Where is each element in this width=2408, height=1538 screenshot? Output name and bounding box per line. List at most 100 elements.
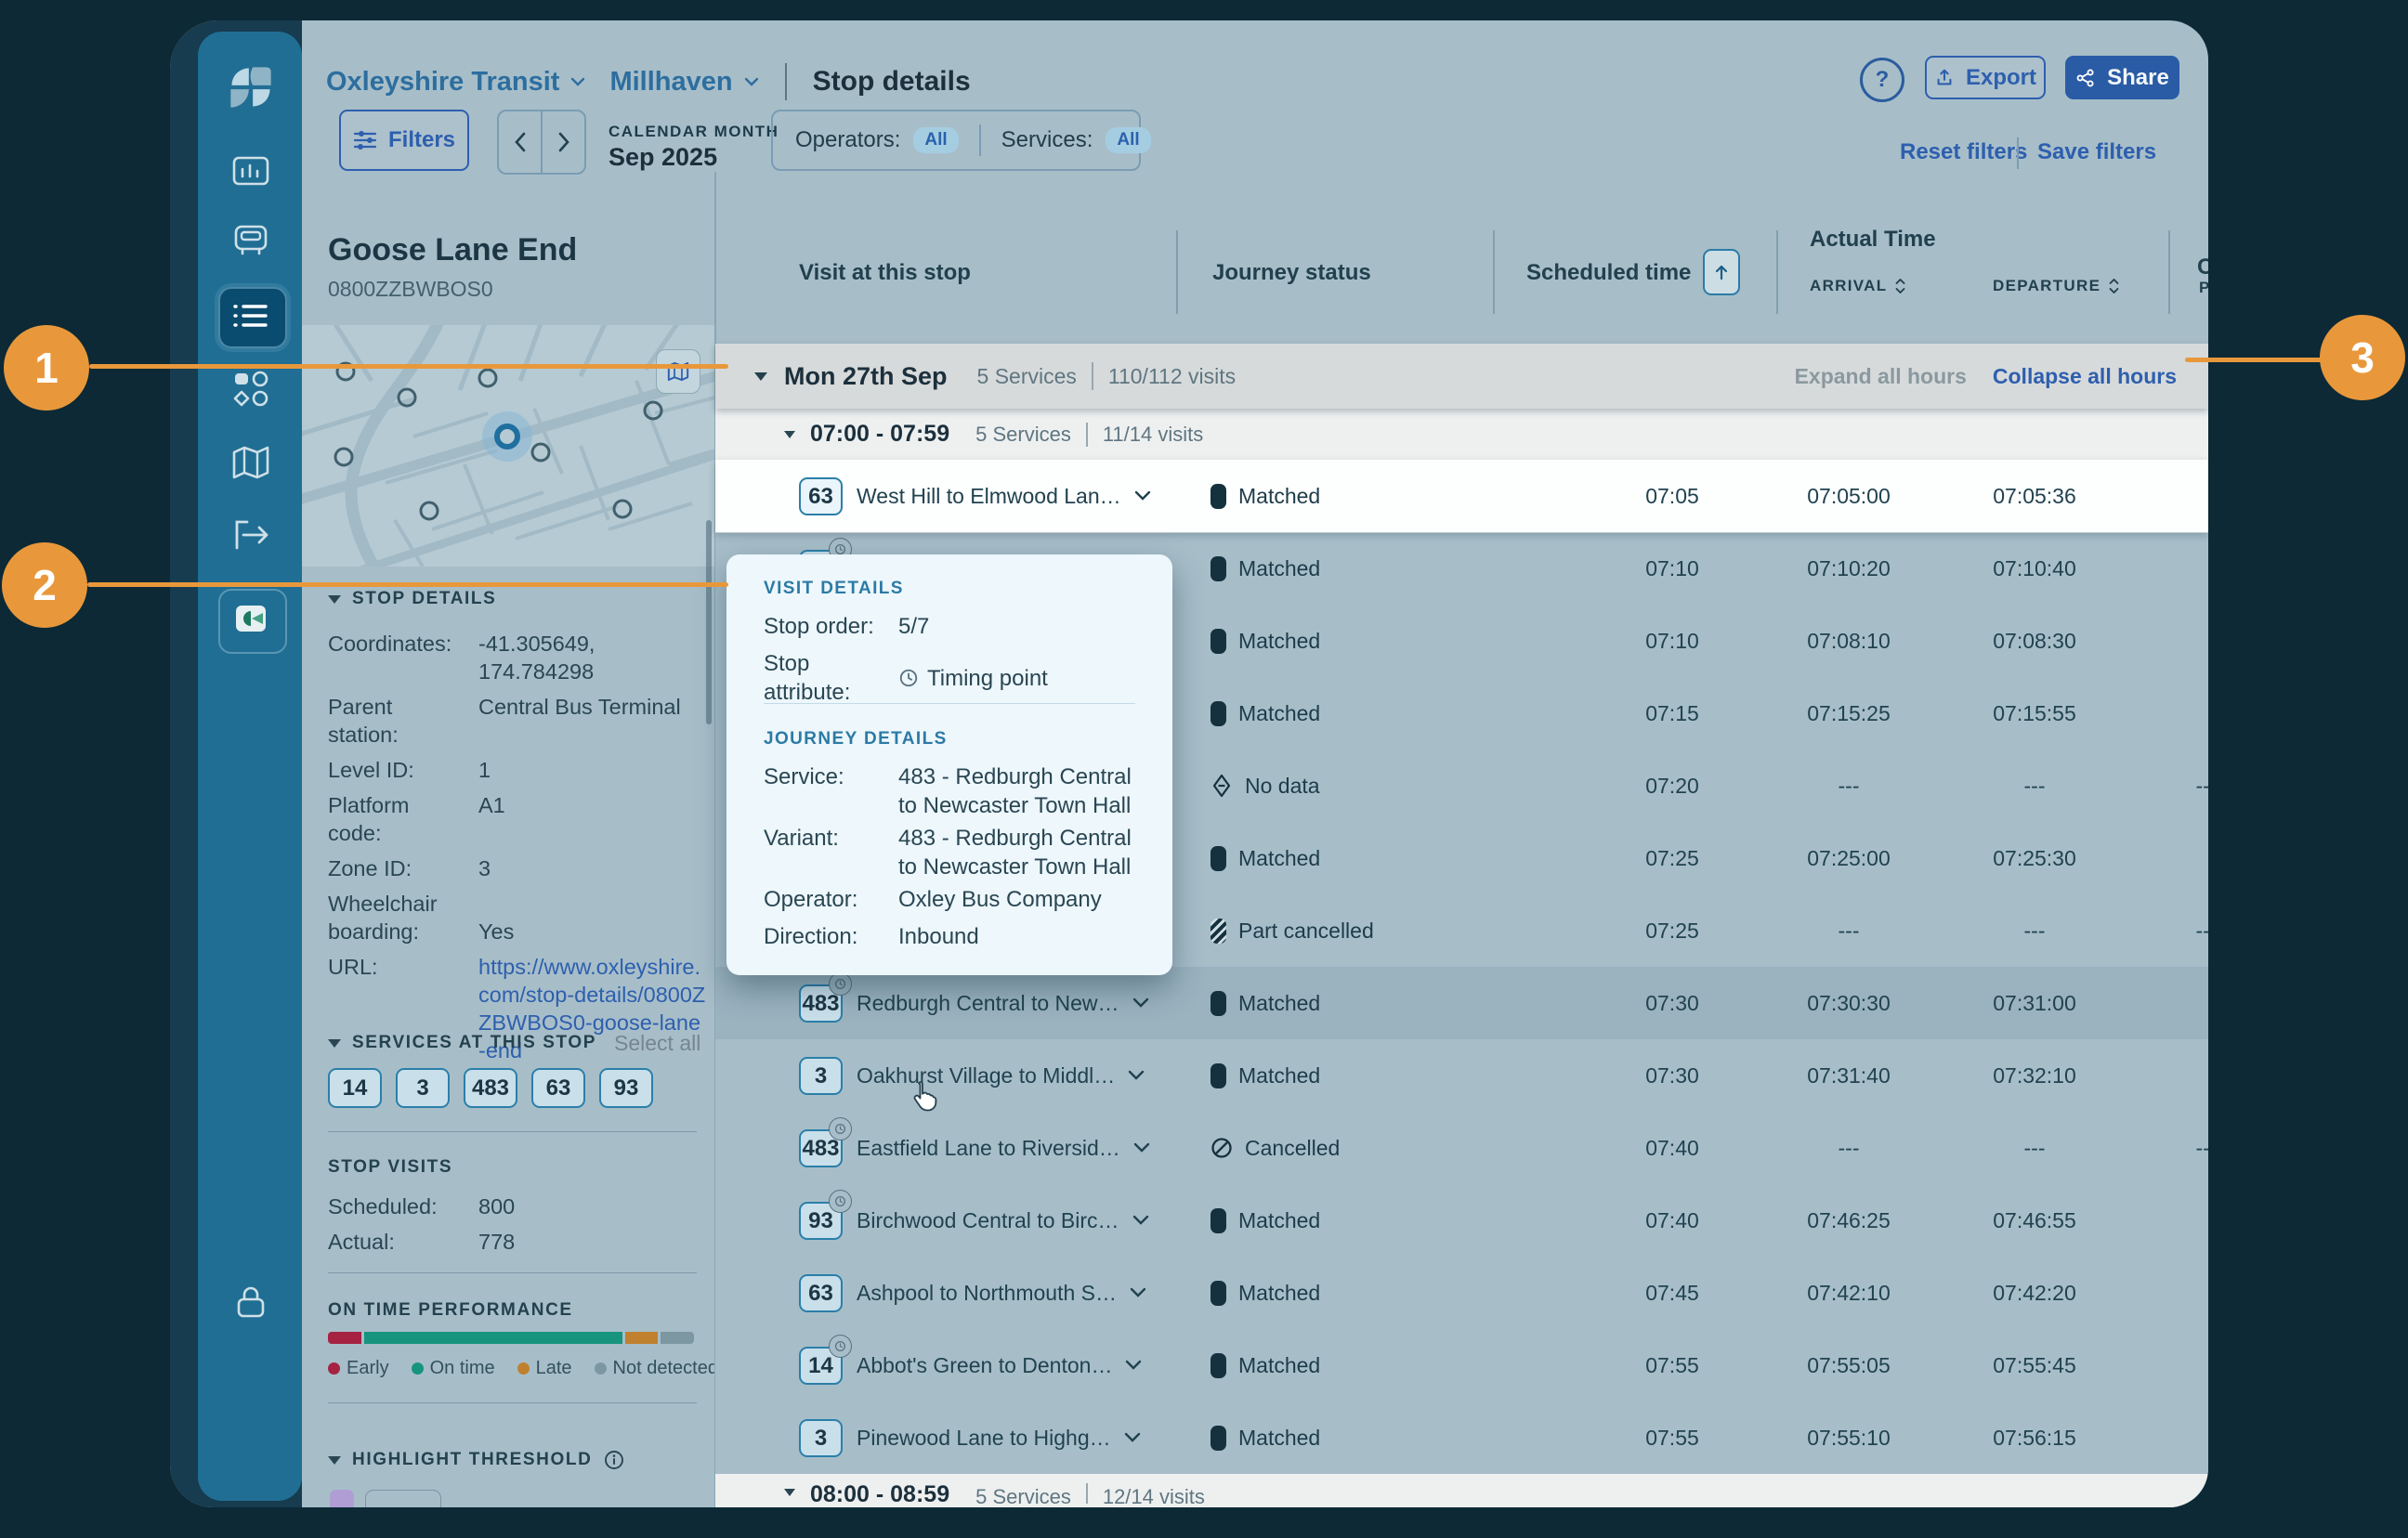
- service-badge[interactable]: 3: [799, 1419, 843, 1457]
- services-all-badge: All: [1106, 127, 1150, 153]
- services-label: Services:: [1001, 127, 1093, 153]
- calendar-month-value[interactable]: Sep 2025: [609, 143, 717, 172]
- stop-attribute-row: Stop attribute: Timing point: [764, 649, 1135, 707]
- status-label: Matched: [1238, 991, 1320, 1016]
- visit-row[interactable]: 3 Oakhurst Village to Middl… Matched 07:…: [715, 1039, 2208, 1113]
- chevron-down-icon[interactable]: [1125, 1360, 1142, 1371]
- visit-row[interactable]: 3 Pinewood Lane to Highg… Matched 07:55 …: [715, 1401, 2208, 1475]
- status-label: Matched: [1238, 1281, 1320, 1306]
- service-badge[interactable]: 3: [799, 1057, 843, 1095]
- highlight-threshold-header[interactable]: HIGHLIGHT THRESHOLD: [328, 1449, 625, 1471]
- expand-all-hours-link[interactable]: Expand all hours: [1795, 364, 1967, 389]
- col-departure-header[interactable]: DEPARTURE: [1993, 277, 2120, 295]
- hour-group-row[interactable]: 07:00 - 07:59 5 Services 11/14 visits: [715, 409, 2208, 460]
- export-icon: [1934, 68, 1955, 88]
- threshold-color-swatch[interactable]: [330, 1490, 354, 1507]
- route-name: West Hill to Elmwood Lan…: [857, 484, 1121, 509]
- scheduled-time: 07:15: [1598, 677, 1747, 749]
- stop-details-section-header[interactable]: STOP DETAILS: [328, 589, 496, 609]
- sidebar-item-vehicles[interactable]: [225, 215, 277, 267]
- app-logo: [225, 61, 277, 113]
- departure-time: 07:42:20: [1960, 1257, 2109, 1329]
- select-all-link[interactable]: Select all: [614, 1031, 700, 1056]
- otp-title: ON TIME PERFORMANCE: [328, 1300, 573, 1321]
- scheduled-time: 07:10: [1598, 532, 1747, 605]
- sidebar-item-exit[interactable]: [225, 509, 277, 561]
- col-scheduled-header[interactable]: Scheduled time: [1526, 260, 1691, 286]
- service-chip[interactable]: 483: [464, 1068, 517, 1108]
- collapse-all-hours-link[interactable]: Collapse all hours: [1993, 364, 2177, 389]
- departure-time: ---: [1960, 1112, 2109, 1184]
- collapse-day-icon[interactable]: [754, 372, 767, 381]
- service-chip[interactable]: 93: [599, 1068, 653, 1108]
- callout-3-line: [2185, 358, 2323, 362]
- threshold-value-field[interactable]: [365, 1490, 441, 1507]
- matched-status-icon: [1211, 1063, 1226, 1088]
- service-badge[interactable]: 63: [799, 477, 843, 515]
- save-filters-link[interactable]: Save filters: [2037, 139, 2156, 165]
- breadcrumb-region[interactable]: Millhaven: [609, 67, 732, 98]
- matched-status-icon: [1211, 629, 1226, 654]
- col-visit-header[interactable]: Visit at this stop: [799, 260, 971, 286]
- page-title: Stop details: [813, 66, 971, 98]
- breadcrumb: Oxleyshire Transit Millhaven Stop detail…: [326, 63, 971, 100]
- reset-filters-link[interactable]: Reset filters: [1900, 139, 2027, 165]
- export-button[interactable]: Export: [1925, 56, 2046, 99]
- hour-label: 07:00 - 07:59: [810, 421, 949, 448]
- visit-row[interactable]: 483 Redburgh Central to New… Matched 07:…: [715, 967, 2208, 1040]
- chevron-down-icon[interactable]: [1134, 490, 1151, 502]
- sidebar-item-partner-app[interactable]: [218, 589, 287, 654]
- divider: [328, 1272, 697, 1273]
- visit-row[interactable]: 63 Ashpool to Northmouth S… Matched 07:4…: [715, 1257, 2208, 1330]
- stop-map[interactable]: [302, 325, 715, 567]
- cancelled-status-icon: [1211, 1137, 1233, 1159]
- arrival-time: 07:08:10: [1774, 605, 1923, 677]
- chevron-down-icon[interactable]: [1124, 1432, 1141, 1443]
- col-journey-header[interactable]: Journey status: [1212, 260, 1371, 286]
- visits-scheduled-row: Scheduled:800: [328, 1193, 697, 1220]
- service-chip[interactable]: 14: [328, 1068, 382, 1108]
- chevron-down-icon[interactable]: [1133, 1142, 1150, 1154]
- info-icon[interactable]: [603, 1449, 625, 1471]
- operator-row: Operator:Oxley Bus Company: [764, 885, 1145, 914]
- collapse-hour-icon[interactable]: [784, 431, 795, 438]
- visit-row[interactable]: 14 Abbot's Green to Denton… Matched 07:5…: [715, 1329, 2208, 1402]
- open-map-button[interactable]: [656, 349, 700, 394]
- departure-time: 07:08:30: [1960, 605, 2109, 677]
- next-month-button[interactable]: [543, 111, 584, 173]
- panel-scrollbar[interactable]: [706, 520, 712, 724]
- visit-row[interactable]: 93 Birchwood Central to Birc… Matched 07…: [715, 1184, 2208, 1258]
- service-badge[interactable]: 63: [799, 1274, 843, 1312]
- next-hour-group-row[interactable]: 08:00 - 08:59 5 Services 12/14 visits: [715, 1474, 2208, 1507]
- visit-row[interactable]: 63 West Hill to Elmwood Lan… Matched 07:…: [715, 460, 2208, 533]
- prev-month-button[interactable]: [499, 111, 543, 173]
- help-button[interactable]: ?: [1860, 58, 1904, 102]
- status-label: No data: [1245, 774, 1320, 799]
- scheduled-time: 07:25: [1598, 894, 1747, 967]
- sidebar-item-segments[interactable]: [225, 362, 277, 414]
- chevron-down-icon[interactable]: [1130, 1287, 1146, 1298]
- chevron-down-icon[interactable]: [1132, 1215, 1149, 1226]
- share-button[interactable]: Share: [2065, 56, 2179, 99]
- services-section-header[interactable]: SERVICES AT THIS STOP: [328, 1033, 596, 1053]
- selected-stop-marker: [497, 426, 517, 447]
- sidebar-item-analytics[interactable]: [225, 145, 277, 197]
- departure-time: 07:25:30: [1960, 822, 2109, 894]
- breadcrumb-org[interactable]: Oxleyshire Transit: [326, 67, 559, 98]
- arrival-time: 07:46:25: [1774, 1184, 1923, 1257]
- clipped-cell: ---: [2179, 749, 2208, 822]
- col-arrival-header[interactable]: ARRIVAL: [1810, 277, 1906, 295]
- list-icon[interactable]: [225, 290, 277, 342]
- chevron-down-icon[interactable]: [1132, 997, 1149, 1009]
- scheduled-sort-button[interactable]: [1703, 249, 1740, 295]
- sidebar-item-map[interactable]: [225, 437, 277, 489]
- service-chip[interactable]: 63: [531, 1068, 585, 1108]
- visit-row[interactable]: 483 Eastfield Lane to Riversid… Cancelle…: [715, 1112, 2208, 1185]
- day-group-row[interactable]: Mon 27th Sep 5 Services 110/112 visits E…: [715, 344, 2208, 409]
- filters-button[interactable]: Filters: [339, 110, 469, 171]
- collapse-hour-icon[interactable]: [784, 1489, 795, 1496]
- active-filters-summary[interactable]: Operators: All Services: All: [771, 110, 1141, 171]
- hour-visits: 11/14 visits: [1103, 423, 1203, 447]
- service-chip[interactable]: 3: [396, 1068, 450, 1108]
- chevron-down-icon[interactable]: [1128, 1070, 1145, 1081]
